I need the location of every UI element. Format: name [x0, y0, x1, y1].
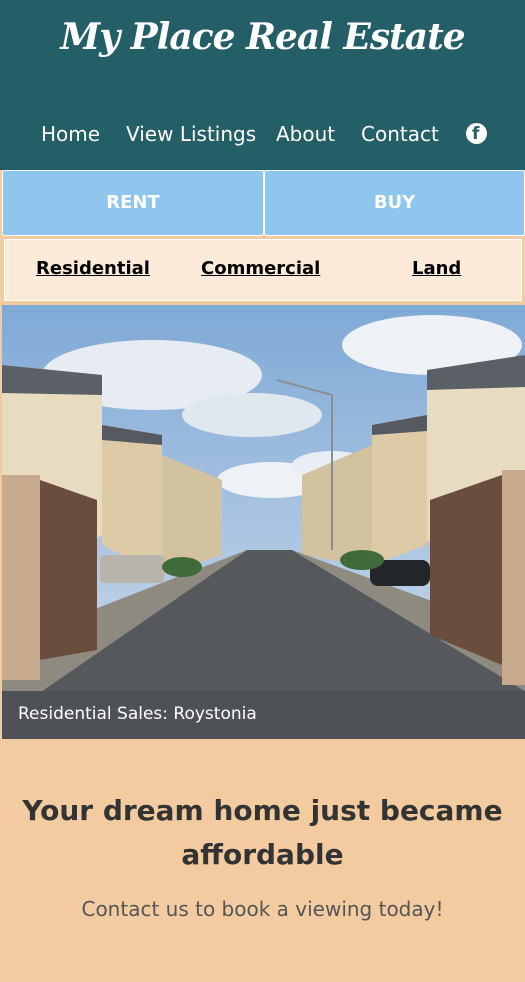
tab-buy[interactable]: BUY — [264, 170, 525, 236]
site-logo[interactable]: My Place Real Estate — [0, 16, 525, 58]
main-nav: Home View Listings About Contact — [0, 118, 525, 150]
category-commercial[interactable]: Commercial — [201, 258, 320, 279]
hero-caption-bar: Residential Sales: Roystonia — [2, 691, 525, 739]
category-residential[interactable]: Residential — [36, 258, 150, 279]
category-bar: Residential Commercial Land — [4, 239, 522, 301]
nav-contact[interactable]: Contact — [361, 118, 439, 150]
facebook-icon[interactable]: f — [466, 123, 487, 144]
site-header: My Place Real Estate Home View Listings … — [0, 0, 525, 170]
listing-type-tabs: RENT BUY — [2, 170, 525, 236]
promo-section: Your dream home just became affordable C… — [0, 739, 525, 982]
nav-about[interactable]: About — [276, 118, 335, 150]
hero-image — [2, 305, 525, 691]
hero-caption: Residential Sales: Roystonia — [18, 704, 257, 724]
nav-home[interactable]: Home — [41, 118, 100, 150]
category-land[interactable]: Land — [412, 258, 461, 279]
promo-subtext: Contact us to book a viewing today! — [81, 897, 444, 921]
promo-headline: Your dream home just became affordable — [22, 794, 503, 871]
nav-view-listings[interactable]: View Listings — [126, 118, 256, 150]
tab-rent[interactable]: RENT — [2, 170, 264, 236]
